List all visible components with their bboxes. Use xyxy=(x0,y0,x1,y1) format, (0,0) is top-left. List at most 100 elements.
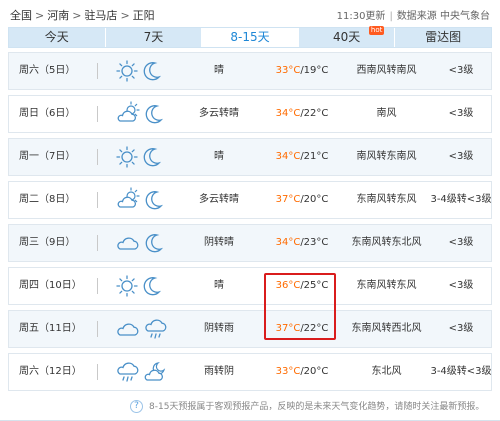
breadcrumb-city[interactable]: 驻马店 xyxy=(84,9,117,22)
tab-radar[interactable]: 雷达图 xyxy=(395,28,491,47)
temperature: 33°C/19°C xyxy=(267,53,337,89)
forecast-row: 周二（8日） 多云转晴 37°C/20°C 东南风转东风 3-4级转<3级 xyxy=(8,181,492,219)
day-label: 周日（6日） xyxy=(19,108,76,119)
moon-icon xyxy=(141,58,163,94)
tab-label: 40天 xyxy=(332,30,361,44)
weather-text: 阴转晴 xyxy=(204,237,234,248)
moon-icon xyxy=(143,187,165,223)
forecast-row: 周一（7日） 晴 34°C/21°C 南风转东南风 <3级 xyxy=(8,138,492,176)
wind-direction: 东南风转东风 xyxy=(356,194,417,205)
moon-icon xyxy=(141,144,163,180)
partly-cloudy-icon xyxy=(115,187,141,223)
weather-icons xyxy=(115,101,167,127)
wind-direction: 东南风转东风 xyxy=(356,280,417,291)
moon-icon xyxy=(143,101,165,137)
row-divider xyxy=(97,235,98,251)
forecast-row: 周三（9日） 阴转晴 34°C/23°C 东南风转东北风 <3级 xyxy=(8,224,492,262)
high-temp: 33°C xyxy=(275,65,301,76)
breadcrumb-separator: > xyxy=(120,9,130,22)
forecast-row: 周四（10日）晴 36°C/25°C 东南风转东风 <3级 xyxy=(8,267,492,305)
breadcrumb-separator: > xyxy=(35,9,45,22)
moon-icon xyxy=(143,230,165,266)
tab-label: 今天 xyxy=(44,30,69,44)
partly-cloudy-night-icon xyxy=(143,359,169,395)
temperature: 34°C/21°C xyxy=(267,139,337,175)
weather-text: 多云转晴 xyxy=(199,194,239,205)
update-time: 11:30更新 xyxy=(336,11,386,22)
hot-badge: hot xyxy=(368,26,385,35)
low-temp: /20°C xyxy=(300,366,329,377)
meta-divider: | xyxy=(389,11,393,22)
high-temp: 33°C xyxy=(275,366,301,377)
sun-icon xyxy=(115,273,139,309)
weather-text: 阴转雨 xyxy=(204,323,234,334)
wind-level: <3级 xyxy=(448,108,474,119)
low-temp: /23°C xyxy=(300,237,329,248)
footer-note: ? 8-15天预报属于客观预报产品，反映的是未来天气变化趋势，请随时关注最新预报。 xyxy=(130,399,484,413)
breadcrumb-country[interactable]: 全国 xyxy=(10,9,32,22)
help-icon[interactable]: ? xyxy=(130,400,143,413)
tab-today[interactable]: 今天 xyxy=(9,28,106,47)
tab-label: 8-15天 xyxy=(230,30,270,44)
forecast-row: 周日（6日） 多云转晴 34°C/22°C 南风 <3级 xyxy=(8,95,492,133)
tab-8-15-days[interactable]: 8-15天 xyxy=(202,28,299,47)
wind-direction: 南风转东南风 xyxy=(356,151,417,162)
weather-icons xyxy=(115,144,165,170)
tab-40-days[interactable]: 40天 hot xyxy=(298,26,396,47)
wind-direction: 东北风 xyxy=(371,366,402,377)
sun-icon xyxy=(115,58,139,94)
temperature: 33°C/20°C xyxy=(267,354,337,390)
day-label: 周五（11日） xyxy=(19,323,82,334)
wind-direction: 南风 xyxy=(376,108,397,119)
wind-level: 3-4级转<3级 xyxy=(430,366,492,377)
row-divider xyxy=(97,149,98,165)
wind-direction: 西南风转南风 xyxy=(356,65,417,76)
update-info: 11:30更新 | 数据来源 中央气象台 xyxy=(337,7,490,22)
data-source: 数据来源 中央气象台 xyxy=(396,11,490,22)
day-label: 周六（12日） xyxy=(19,366,82,377)
weather-icons xyxy=(115,316,171,342)
low-temp: /19°C xyxy=(300,65,329,76)
tab-label: 雷达图 xyxy=(425,30,462,44)
breadcrumb: 全国 > 河南 > 驻马店 > 正阳 xyxy=(10,7,155,23)
breadcrumb-separator: > xyxy=(72,9,82,22)
weather-icons xyxy=(115,273,165,299)
cloud-icon xyxy=(115,230,141,266)
weather-text: 雨转阴 xyxy=(204,366,234,377)
day-label: 周四（10日） xyxy=(19,280,82,291)
weather-icons xyxy=(115,187,167,213)
moon-icon xyxy=(141,273,163,309)
rain-icon xyxy=(143,316,169,352)
low-temp: /21°C xyxy=(300,151,329,162)
low-temp: /20°C xyxy=(300,194,329,205)
wind-level: <3级 xyxy=(448,151,474,162)
sun-icon xyxy=(115,144,139,180)
day-label: 周三（9日） xyxy=(19,237,76,248)
day-label: 周六（5日） xyxy=(19,65,76,76)
wind-level: <3级 xyxy=(448,280,474,291)
temperature: 34°C/22°C xyxy=(267,96,337,132)
wind-level: 3-4级转<3级 xyxy=(430,194,492,205)
weather-icons xyxy=(115,58,165,84)
wind-level: <3级 xyxy=(448,65,474,76)
partly-cloudy-icon xyxy=(115,101,141,137)
breadcrumb-county: 正阳 xyxy=(132,9,155,22)
low-temp: /22°C xyxy=(300,108,329,119)
forecast-row: 周六（12日） 雨转阴 33°C/20°C 东北风 3-4级转<3级 xyxy=(8,353,492,391)
temperature: 34°C/23°C xyxy=(267,225,337,261)
high-temp: 34°C xyxy=(275,237,301,248)
day-label: 周一（7日） xyxy=(19,151,76,162)
row-divider xyxy=(97,321,98,337)
weather-icons xyxy=(115,230,167,256)
weather-text: 晴 xyxy=(214,65,224,76)
day-label: 周二（8日） xyxy=(19,194,76,205)
top-bar: 全国 > 河南 > 驻马店 > 正阳 11:30更新 | 数据来源 中央气象台 xyxy=(0,0,500,26)
forecast-row: 周五（11日） 阴转雨 37°C/22°C 东南风转西北风 <3级 xyxy=(8,310,492,348)
tab-7-days[interactable]: 7天 xyxy=(105,28,203,47)
breadcrumb-province[interactable]: 河南 xyxy=(47,9,69,22)
highlight-box xyxy=(264,273,336,340)
row-divider xyxy=(97,192,98,208)
wind-direction: 东南风转西北风 xyxy=(351,323,422,334)
weather-icons xyxy=(115,359,171,385)
footer-text: 8-15天预报属于客观预报产品，反映的是未来天气变化趋势，请随时关注最新预报。 xyxy=(149,402,485,412)
